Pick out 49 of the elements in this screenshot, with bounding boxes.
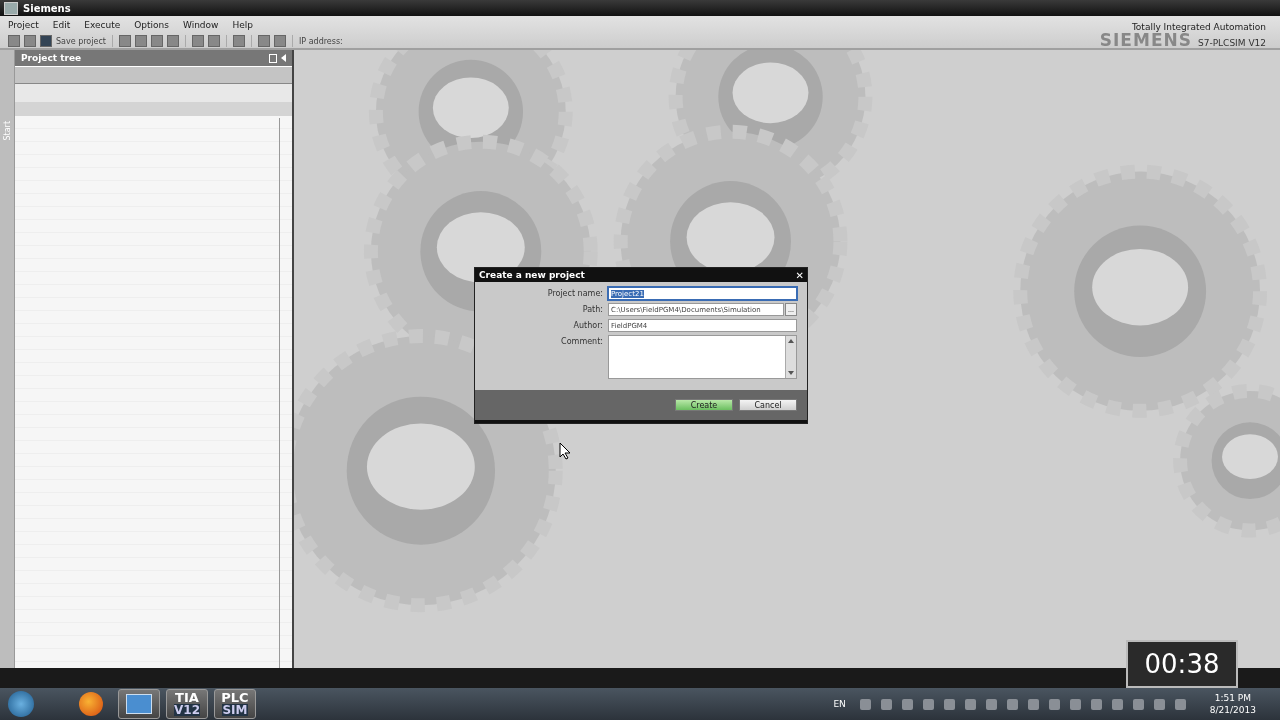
scroll-down-icon[interactable] <box>788 371 794 375</box>
app-taskbar-icon[interactable] <box>118 689 160 719</box>
tray-icon[interactable] <box>922 698 934 710</box>
tray-icon[interactable] <box>985 698 997 710</box>
tray-icon[interactable] <box>964 698 976 710</box>
tray-icon[interactable] <box>943 698 955 710</box>
menu-item[interactable]: Edit <box>52 20 71 30</box>
menu-item[interactable]: Execute <box>84 20 121 30</box>
menu-item[interactable]: Help <box>232 20 253 30</box>
tray-icon[interactable] <box>1090 698 1102 710</box>
product-name: S7-PLCSIM V12 <box>1198 38 1266 48</box>
menu-item[interactable]: Options <box>134 20 169 30</box>
menu-item[interactable]: Window <box>182 20 219 30</box>
language-indicator[interactable]: EN <box>833 699 846 709</box>
tray-icon[interactable] <box>1006 698 1018 710</box>
close-button[interactable]: ✕ <box>792 269 807 281</box>
menu-item[interactable]: Project <box>8 20 39 30</box>
tray-icon[interactable] <box>901 698 913 710</box>
tray-icon[interactable] <box>859 698 871 710</box>
field-label: Author: <box>572 320 604 332</box>
tray-icon[interactable] <box>1132 698 1144 710</box>
app-taskbar-button[interactable]: PLC SIM <box>214 689 256 719</box>
cancel-button[interactable]: Cancel <box>739 399 797 411</box>
tagline: Totally Integrated Automation <box>1131 22 1266 32</box>
clock[interactable]: 1:51 PM 8/21/2013 <box>1209 692 1256 716</box>
field-label: Path: <box>581 304 604 316</box>
tray-icon[interactable] <box>1048 698 1060 710</box>
window-title: Siemens <box>23 2 71 14</box>
create-button[interactable]: Create <box>675 399 733 411</box>
tray-icon[interactable] <box>1069 698 1081 710</box>
field-label: Comment: <box>560 336 604 348</box>
scroll-up-icon[interactable] <box>788 339 794 343</box>
field-label: Project name: <box>546 288 604 300</box>
panel-title: Project tree <box>21 53 82 63</box>
dialog-title: Create a new project <box>479 270 585 280</box>
start-button[interactable] <box>8 691 34 717</box>
comment-field[interactable] <box>608 335 797 379</box>
tray-icon[interactable] <box>880 698 892 710</box>
tray-icon[interactable] <box>1153 698 1165 710</box>
app-taskbar-button[interactable]: TIA V12 <box>166 689 208 719</box>
save-project-button[interactable]: Save project <box>56 36 106 46</box>
tray-icon[interactable] <box>1111 698 1123 710</box>
tray-icon[interactable] <box>1174 698 1186 710</box>
ip-address-label: IP address: <box>298 36 343 46</box>
pin-icon[interactable] <box>269 53 277 63</box>
recording-timer: 00:38 <box>1126 640 1238 688</box>
tray-icon[interactable] <box>1027 698 1039 710</box>
logo: SIEMENS <box>1099 32 1192 48</box>
cursor-icon <box>559 442 571 460</box>
